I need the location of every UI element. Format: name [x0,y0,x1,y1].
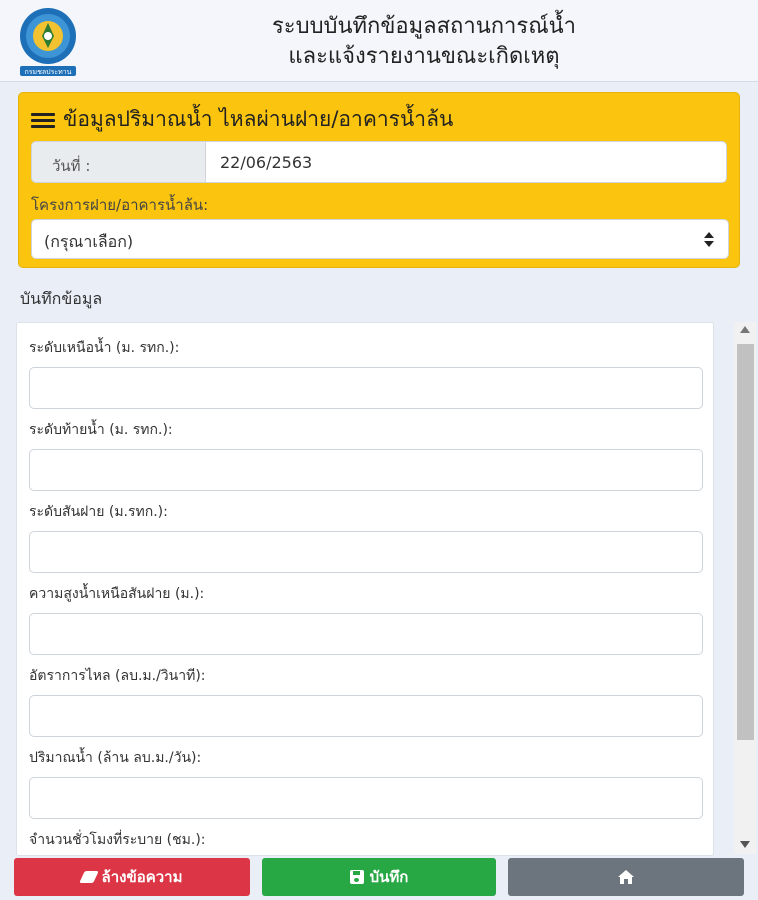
field-drain-hours: จำนวนชั่วโมงที่ระบาย (ชม.): [29,829,703,855]
clear-button-label: ล้างข้อความ [101,868,183,886]
logo-text: กรมชลประทาน [25,68,72,76]
field-flow-rate: อัตราการไหล (ลบ.ม./วินาที): [29,665,703,737]
scroll-up-arrow-icon[interactable] [740,326,750,333]
field-label: ระดับเหนือน้ำ (ม. รทก.): [29,340,180,356]
app-title: ระบบบันทึกข้อมูลสถานการณ์น้ำ และแจ้งรายง… [90,12,758,72]
upstream-level-input[interactable] [29,367,703,409]
water-wave-icon [31,111,55,129]
royal-irrigation-logo: กรมชลประทาน [20,8,76,76]
form-scrollbar[interactable] [734,322,756,854]
scroll-down-arrow-icon[interactable] [740,841,750,848]
app-header: กรมชลประทาน ระบบบันทึกข้อมูลสถานการณ์น้ำ… [0,0,758,82]
clear-button[interactable]: ล้างข้อความ [14,858,250,896]
home-icon [618,870,634,884]
eraser-icon [78,871,99,883]
scroll-thumb[interactable] [737,344,754,740]
downstream-level-input[interactable] [29,449,703,491]
field-crest-level: ระดับสันฝาย (ม.รทก.): [29,501,703,573]
app-title-line2: และแจ้งรายงานขณะเกิดเหตุ [288,44,560,69]
field-label: อัตราการไหล (ลบ.ม./วินาที): [29,668,206,684]
save-button-label: บันทึก [369,868,409,886]
water-volume-input[interactable] [29,777,703,819]
section-label: บันทึกข้อมูล [20,289,103,308]
date-input-group: วันที่ : [31,141,727,183]
field-upstream-level: ระดับเหนือน้ำ (ม. รทก.): [29,337,703,409]
weir-info-panel: ข้อมูลปริมาณน้ำ ไหลผ่านฝาย/อาคารน้ำล้น ว… [18,92,740,268]
flow-rate-input[interactable] [29,695,703,737]
field-water-volume: ปริมาณน้ำ (ล้าน ลบ.ม./วัน): [29,747,703,819]
project-label: โครงการฝาย/อาคารน้ำล้น: [31,196,209,214]
crest-level-input[interactable] [29,531,703,573]
field-label: ความสูงน้ำเหนือสันฝาย (ม.): [29,586,205,602]
date-label: วันที่ : [31,141,205,183]
field-downstream-level: ระดับท้ายน้ำ (ม. รทก.): [29,419,703,491]
save-button[interactable]: บันทึก [262,858,496,896]
field-label: ระดับสันฝาย (ม.รทก.): [29,504,168,520]
app-title-line1: ระบบบันทึกข้อมูลสถานการณ์น้ำ [271,14,577,39]
head-over-crest-input[interactable] [29,613,703,655]
field-label: ปริมาณน้ำ (ล้าน ลบ.ม./วัน): [29,750,202,766]
home-button[interactable] [508,858,744,896]
project-select[interactable]: (กรุณาเลือก) [31,219,729,259]
select-arrows-icon [704,232,714,248]
data-entry-form: ระดับเหนือน้ำ (ม. รทก.): ระดับท้ายน้ำ (ม… [16,322,714,856]
panel-title: ข้อมูลปริมาณน้ำ ไหลผ่านฝาย/อาคารน้ำล้น [31,103,453,136]
floppy-disk-icon [349,870,364,884]
panel-title-text: ข้อมูลปริมาณน้ำ ไหลผ่านฝาย/อาคารน้ำล้น [63,107,454,131]
field-label: จำนวนชั่วโมงที่ระบาย (ชม.): [29,832,206,848]
date-input[interactable] [205,141,727,183]
field-head-over-crest: ความสูงน้ำเหนือสันฝาย (ม.): [29,583,703,655]
field-label: ระดับท้ายน้ำ (ม. รทก.): [29,422,173,438]
project-select-value: (กรุณาเลือก) [44,232,134,251]
